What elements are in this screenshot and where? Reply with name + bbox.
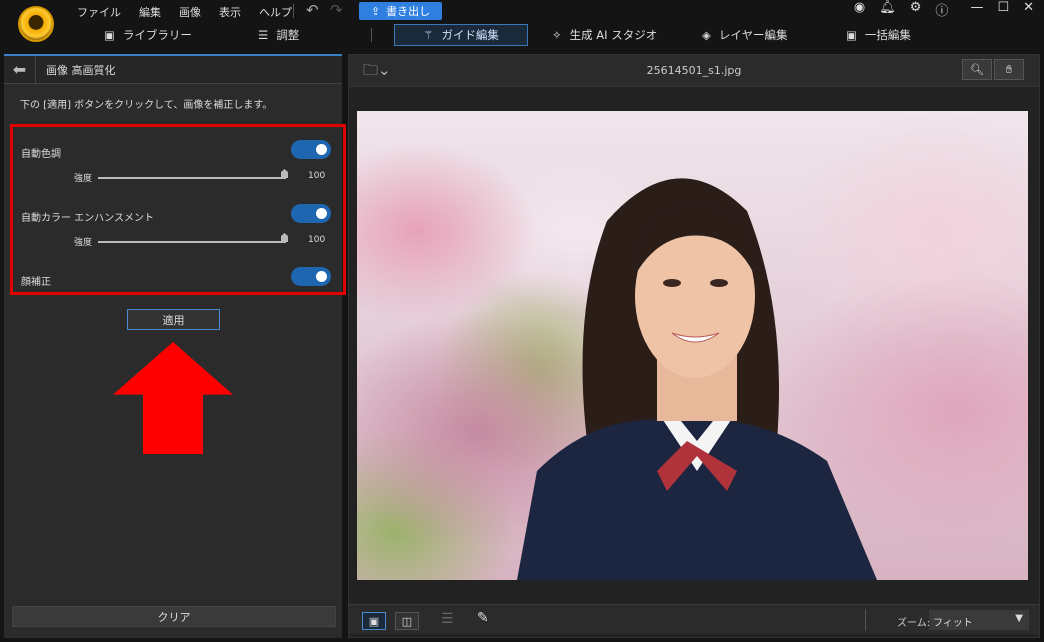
- pen-icon[interactable]: ✎: [477, 610, 489, 626]
- tab-library[interactable]: ▣ ライブラリー: [104, 24, 192, 46]
- tab-ai-studio[interactable]: ✧ 生成 AI スタジオ: [552, 24, 657, 46]
- wand-icon: ⚚: [423, 28, 434, 42]
- list-icon[interactable]: ☰: [441, 611, 454, 627]
- tab-label: ガイド編集: [441, 28, 499, 42]
- chevron-down-icon: ▼: [1015, 613, 1023, 624]
- menu-image[interactable]: 画像: [179, 4, 201, 20]
- single-view-icon[interactable]: ▣: [362, 612, 386, 630]
- menu-bar: ファイル 編集 画像 表示 ヘルプ: [77, 4, 292, 20]
- divider: [865, 609, 866, 631]
- maximize-icon[interactable]: ☐: [997, 0, 1009, 19]
- tab-label: ライブラリー: [122, 28, 192, 42]
- tab-batch-edit[interactable]: ▣ 一括編集: [846, 24, 911, 46]
- gear-icon[interactable]: ⚙: [910, 0, 922, 19]
- zoom-select[interactable]: フィット ▼: [929, 610, 1029, 630]
- viewer-bottom-bar: ▣ ◫ ☰ ✎ ズーム: フィット ▼: [349, 604, 1039, 634]
- tab-guided-edit[interactable]: ⚚ ガイド編集: [394, 24, 528, 46]
- sliders-icon: ☰: [258, 28, 269, 42]
- highlight-box: [10, 124, 346, 295]
- zoom-label: ズーム:: [897, 618, 931, 629]
- account-icon[interactable]: ◉: [854, 0, 865, 19]
- bell-icon[interactable]: 🔔︎: [879, 0, 896, 19]
- apply-button[interactable]: 適用: [127, 309, 220, 330]
- menu-file[interactable]: ファイル: [77, 4, 121, 20]
- filename: 25614501_s1.jpg: [646, 64, 742, 77]
- zoom-tool-icon[interactable]: 🔍︎: [962, 59, 992, 80]
- menu-view[interactable]: 表示: [219, 4, 241, 20]
- menu-edit[interactable]: 編集: [139, 4, 161, 20]
- batch-icon: ▣: [846, 28, 857, 42]
- export-label: 書き出し: [386, 5, 431, 18]
- menu-help[interactable]: ヘルプ: [259, 4, 292, 20]
- divider: [371, 28, 372, 42]
- undo-icon[interactable]: ↶: [306, 1, 319, 19]
- redo-icon[interactable]: ↷: [330, 1, 343, 19]
- portrait-photo: [517, 178, 877, 580]
- export-button[interactable]: ⇪ 書き出し: [359, 2, 442, 20]
- upload-icon: ⇪: [370, 4, 381, 18]
- tab-layer-edit[interactable]: ◈ レイヤー編集: [702, 24, 788, 46]
- sparkle-icon: ✧: [552, 28, 562, 42]
- app-logo: [18, 6, 54, 42]
- tab-label: 調整: [276, 28, 300, 42]
- layers-icon: ◈: [702, 28, 711, 42]
- instruction-text: 下の [適用] ボタンをクリックして、画像を補正します。: [20, 100, 273, 111]
- window-controls: ◉ 🔔︎ ⚙ ⓘ — ☐ ✕: [854, 0, 1034, 19]
- tab-label: 生成 AI スタジオ: [569, 28, 658, 42]
- help-icon[interactable]: ⓘ: [935, 0, 948, 19]
- library-icon: ▣: [104, 28, 115, 42]
- clear-button[interactable]: クリア: [12, 606, 336, 627]
- tab-label: 一括編集: [864, 28, 911, 42]
- tab-label: レイヤー編集: [718, 28, 788, 42]
- compare-view-icon[interactable]: ◫: [395, 612, 419, 630]
- divider: [293, 4, 294, 18]
- hand-tool-icon[interactable]: ✋︎: [994, 59, 1024, 80]
- minimize-icon[interactable]: —: [970, 0, 983, 19]
- zoom-value: フィット: [933, 618, 973, 629]
- tab-adjust[interactable]: ☰ 調整: [258, 24, 299, 46]
- close-icon[interactable]: ✕: [1023, 0, 1034, 19]
- photo-canvas[interactable]: [357, 111, 1028, 580]
- back-arrow-icon[interactable]: ⬅: [4, 55, 36, 84]
- panel-title: 画像 高画質化: [46, 63, 116, 77]
